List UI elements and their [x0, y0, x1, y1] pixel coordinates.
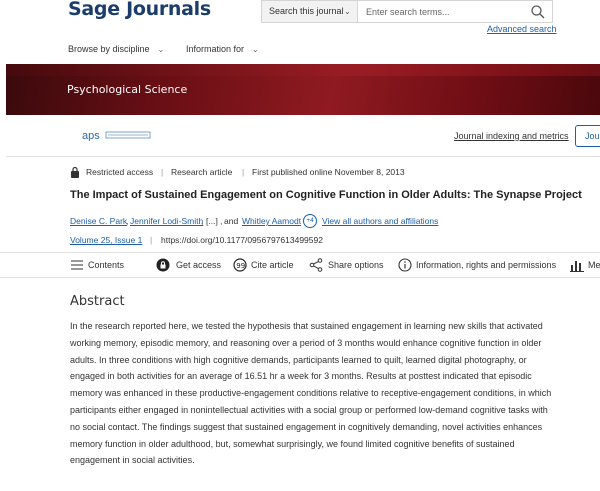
- cite-article-label: Cite article: [251, 260, 294, 270]
- search-scope-label: Search this journal: [269, 6, 344, 16]
- share-icon: [309, 258, 323, 272]
- article-type: Research article: [171, 167, 233, 177]
- author-link[interactable]: Denise C. Park: [70, 216, 127, 226]
- chevron-down-icon: ⌄: [344, 7, 351, 16]
- lock-circle-icon: [156, 258, 170, 272]
- quote-icon: 99: [233, 258, 247, 272]
- contents-label: Contents: [88, 260, 125, 270]
- aps-logo-text: aps: [82, 130, 100, 141]
- author-ellipsis[interactable]: [...]: [206, 216, 218, 226]
- svg-text:99: 99: [236, 262, 245, 270]
- view-all-authors-link[interactable]: View all authors and affiliations: [322, 216, 438, 226]
- cite-article-button[interactable]: 99 Cite article: [233, 258, 295, 273]
- author-separator: ,: [201, 216, 204, 226]
- search-icon[interactable]: [530, 4, 546, 20]
- lock-icon: [71, 166, 79, 178]
- meta-divider: |: [242, 167, 245, 177]
- main-nav: Browse by discipline ⌄ Information for ⌄: [0, 37, 600, 62]
- search-scope-dropdown[interactable]: Search this journal ⌄: [262, 1, 358, 22]
- access-status: Restricted access: [86, 167, 154, 177]
- journal-indexing-link[interactable]: Journal indexing and metrics: [454, 131, 569, 141]
- bar-chart-icon: [570, 261, 584, 272]
- more-authors-badge[interactable]: +4: [303, 214, 317, 228]
- author-conjunction: and: [224, 216, 239, 226]
- journal-title[interactable]: Psychological Science: [67, 83, 187, 96]
- info-icon: [398, 258, 412, 272]
- share-options-label: Share options: [328, 260, 384, 270]
- site-logo[interactable]: Sage Journals: [68, 0, 211, 20]
- nav-browse-label: Browse by discipline: [68, 44, 150, 54]
- nav-information-label: Information for: [186, 44, 245, 54]
- publication-date: First published online November 8, 2013: [252, 167, 405, 177]
- author-link[interactable]: Whitley Aamodt: [242, 216, 301, 226]
- top-header: Sage Journals Search this journal ⌄ Adva…: [0, 0, 600, 37]
- aps-logo[interactable]: aps: [82, 129, 154, 141]
- volume-issue-link[interactable]: Volume 25, Issue 1: [70, 235, 142, 245]
- doi-text[interactable]: https://doi.org/10.1177/0956797613499592: [161, 235, 323, 245]
- metrics-button[interactable]: Me: [570, 259, 600, 273]
- abstract-heading: Abstract: [70, 294, 125, 309]
- journal-banner: Psychological Science: [6, 64, 600, 115]
- meta-divider: |: [150, 235, 153, 245]
- get-access-label: Get access: [176, 260, 222, 270]
- abstract-text: In the research reported here, we tested…: [70, 321, 552, 466]
- nav-information-for[interactable]: Information for ⌄: [186, 44, 259, 54]
- author-separator: ,: [220, 216, 223, 226]
- banner-stripe: [6, 64, 600, 76]
- article-title: The Impact of Sustained Engagement on Co…: [70, 189, 582, 201]
- chevron-down-icon: ⌄: [252, 45, 259, 54]
- search-input[interactable]: [359, 1, 519, 22]
- author-link[interactable]: Jennifer Lodi-Smith: [130, 216, 203, 226]
- article-toolbar: Contents Get access 99 Cite article Shar…: [0, 252, 600, 278]
- contents-button[interactable]: Contents: [70, 259, 130, 273]
- author-separator: ,: [126, 216, 129, 226]
- get-access-button[interactable]: Get access: [156, 258, 222, 273]
- advanced-search-link[interactable]: Advanced search: [487, 24, 557, 34]
- journal-homepage-button[interactable]: Jou: [575, 125, 600, 147]
- metrics-label: Me: [588, 260, 600, 270]
- share-options-button[interactable]: Share options: [309, 258, 385, 273]
- journal-toolbar: aps Journal indexing and metrics Jou: [6, 115, 600, 157]
- information-rights-label: Information, rights and permissions: [416, 260, 557, 270]
- meta-divider: |: [161, 167, 164, 177]
- information-rights-button[interactable]: Information, rights and permissions: [398, 258, 558, 273]
- list-icon: [71, 260, 83, 270]
- nav-browse-by-discipline[interactable]: Browse by discipline ⌄: [68, 44, 164, 54]
- search-bar: Search this journal ⌄: [261, 0, 553, 23]
- chevron-down-icon: ⌄: [157, 45, 165, 54]
